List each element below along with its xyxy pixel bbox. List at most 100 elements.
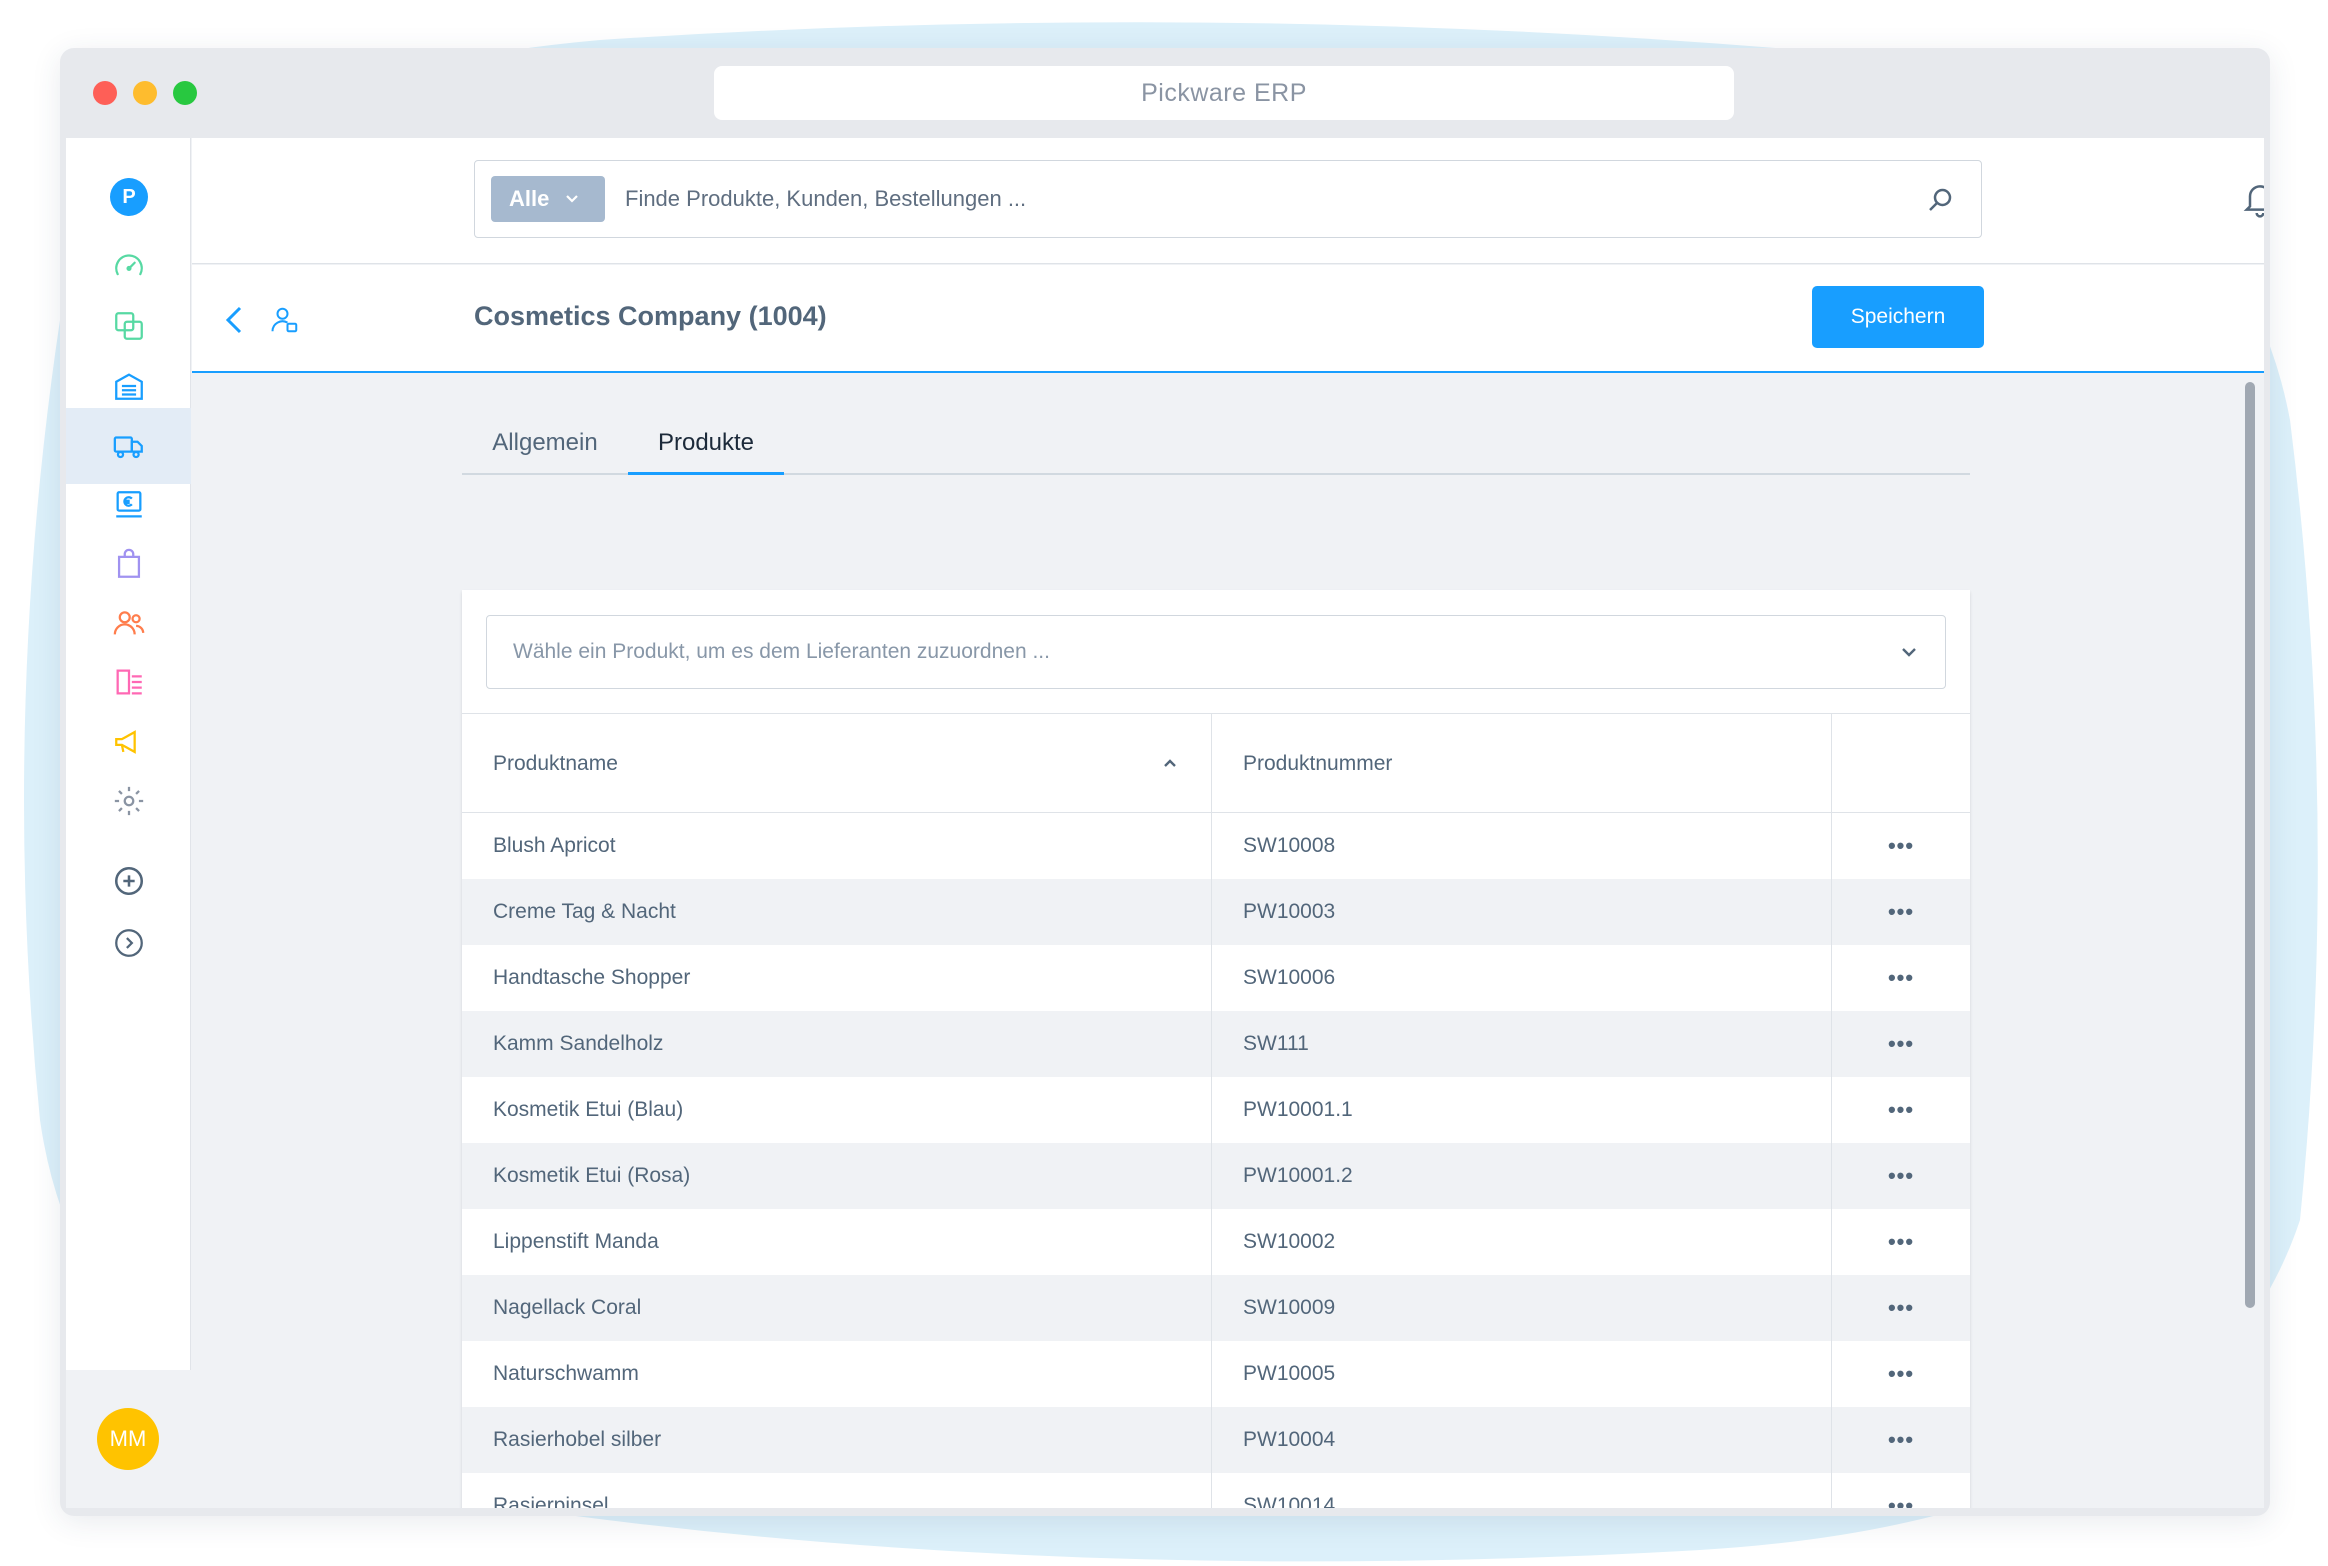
product-name-cell: Kosmetik Etui (Blau) bbox=[462, 1077, 1212, 1143]
table-row[interactable]: Rasierpinsel SW10014 ••• bbox=[462, 1473, 1970, 1508]
sort-ascending-icon bbox=[1164, 759, 1176, 767]
product-name-cell: Nagellack Coral bbox=[462, 1275, 1212, 1341]
product-name-cell: Kosmetik Etui (Rosa) bbox=[462, 1143, 1212, 1209]
column-header-produktname[interactable]: Produktname bbox=[462, 714, 1212, 814]
users-icon bbox=[113, 611, 144, 635]
list-icon bbox=[116, 669, 142, 695]
product-name-cell: Lippenstift Manda bbox=[462, 1209, 1212, 1275]
main-content: Allgemein Produkte Wähle ein Produkt, um… bbox=[192, 375, 2264, 1508]
maximize-window-button[interactable] bbox=[173, 81, 197, 105]
product-select[interactable]: Wähle ein Produkt, um es dem Lieferanten… bbox=[486, 615, 1946, 689]
column-header-actions bbox=[1832, 714, 1970, 814]
row-actions-button[interactable]: ••• bbox=[1832, 1077, 1970, 1143]
page-title: Cosmetics Company (1004) bbox=[474, 301, 827, 331]
more-icon: ••• bbox=[1887, 1229, 1915, 1254]
gear-icon bbox=[114, 786, 143, 816]
more-icon: ••• bbox=[1887, 1427, 1915, 1452]
vertical-scrollbar[interactable] bbox=[2240, 378, 2260, 1508]
sidebar: P MM bbox=[66, 138, 191, 1508]
app-window: Pickware ERP P MM Alle Finde Produkte, K… bbox=[60, 48, 2270, 1516]
product-number-cell: SW10002 bbox=[1212, 1209, 1832, 1275]
more-icon: ••• bbox=[1887, 833, 1915, 858]
row-actions-button[interactable]: ••• bbox=[1832, 945, 1970, 1011]
table-row[interactable]: Kosmetik Etui (Blau) PW10001.1 ••• bbox=[462, 1077, 1970, 1143]
product-name-cell: Kamm Sandelholz bbox=[462, 1011, 1212, 1077]
product-number-cell: SW10008 bbox=[1212, 813, 1832, 879]
tab-produkte[interactable]: Produkte bbox=[628, 425, 784, 475]
shopping-bag-icon bbox=[117, 548, 140, 578]
table-row[interactable]: Rasierhobel silber PW10004 ••• bbox=[462, 1407, 1970, 1473]
search-icon[interactable] bbox=[1925, 185, 1955, 215]
minimize-window-button[interactable] bbox=[133, 81, 157, 105]
more-icon: ••• bbox=[1887, 1163, 1915, 1188]
more-icon: ••• bbox=[1887, 1295, 1915, 1320]
more-icon: ••• bbox=[1887, 965, 1915, 990]
product-number-cell: PW10005 bbox=[1212, 1341, 1832, 1407]
product-name-cell: Handtasche Shopper bbox=[462, 945, 1212, 1011]
column-header-label: Produktnummer bbox=[1243, 752, 1393, 775]
supplier-icon bbox=[271, 307, 298, 333]
app-area: P MM Alle Finde Produkte, Kunden, Bestel… bbox=[66, 138, 2264, 1508]
search-type-dropdown[interactable]: Alle bbox=[491, 176, 605, 222]
search-type-label: Alle bbox=[509, 186, 550, 211]
row-actions-button[interactable]: ••• bbox=[1832, 1011, 1970, 1077]
truck-icon bbox=[113, 436, 143, 459]
product-name-cell: Rasierhobel silber bbox=[462, 1407, 1212, 1473]
product-name-cell: Rasierpinsel bbox=[462, 1473, 1212, 1508]
user-avatar[interactable]: MM bbox=[97, 1408, 159, 1470]
sidebar-item-settings[interactable] bbox=[66, 763, 191, 839]
column-header-produktnummer[interactable]: Produktnummer bbox=[1212, 714, 1832, 814]
save-button[interactable]: Speichern bbox=[1812, 286, 1984, 348]
more-icon: ••• bbox=[1887, 1097, 1915, 1122]
product-name-cell: Naturschwamm bbox=[462, 1341, 1212, 1407]
chevron-down-icon bbox=[566, 195, 579, 203]
table-row[interactable]: Blush Apricot SW10008 ••• bbox=[462, 813, 1970, 879]
notification-bell-icon[interactable] bbox=[2240, 178, 2264, 218]
address-bar[interactable]: Pickware ERP bbox=[714, 66, 1734, 120]
layers-icon bbox=[114, 312, 143, 340]
row-actions-button[interactable]: ••• bbox=[1832, 1143, 1970, 1209]
table-row[interactable]: Naturschwamm PW10005 ••• bbox=[462, 1341, 1970, 1407]
chevron-down-icon bbox=[1902, 648, 1916, 657]
sidebar-expand-button[interactable] bbox=[66, 905, 191, 981]
row-actions-button[interactable]: ••• bbox=[1832, 1341, 1970, 1407]
row-actions-button[interactable]: ••• bbox=[1832, 879, 1970, 945]
app-logo[interactable]: P bbox=[110, 178, 148, 216]
back-arrow-icon[interactable] bbox=[222, 305, 246, 335]
product-select-placeholder: Wähle ein Produkt, um es dem Lieferanten… bbox=[513, 640, 1050, 663]
table-row[interactable]: Creme Tag & Nacht PW10003 ••• bbox=[462, 879, 1970, 945]
products-card: Wähle ein Produkt, um es dem Lieferanten… bbox=[462, 590, 1970, 1508]
product-number-cell: PW10001.2 bbox=[1212, 1143, 1832, 1209]
product-number-cell: PW10004 bbox=[1212, 1407, 1832, 1473]
row-actions-button[interactable]: ••• bbox=[1832, 813, 1970, 879]
tab-bar: Allgemein Produkte bbox=[462, 425, 1970, 475]
table-body: Blush Apricot SW10008 ••• Creme Tag & Na… bbox=[462, 813, 1970, 1508]
row-actions-button[interactable]: ••• bbox=[1832, 1407, 1970, 1473]
page-header: Cosmetics Company (1004) Speichern bbox=[192, 265, 2264, 373]
product-number-cell: PW10003 bbox=[1212, 879, 1832, 945]
megaphone-icon bbox=[114, 730, 136, 754]
column-header-label: Produktname bbox=[493, 752, 618, 775]
window-titlebar: Pickware ERP bbox=[60, 48, 2270, 138]
plus-circle-icon bbox=[114, 866, 143, 896]
speedometer-icon bbox=[114, 254, 143, 276]
row-actions-button[interactable]: ••• bbox=[1832, 1275, 1970, 1341]
top-bar: Alle bbox=[192, 138, 2264, 264]
table-row[interactable]: Kosmetik Etui (Rosa) PW10001.2 ••• bbox=[462, 1143, 1970, 1209]
tab-allgemein[interactable]: Allgemein bbox=[462, 425, 628, 475]
table-row[interactable]: Nagellack Coral SW10009 ••• bbox=[462, 1275, 1970, 1341]
row-actions-button[interactable]: ••• bbox=[1832, 1473, 1970, 1509]
more-icon: ••• bbox=[1887, 899, 1915, 924]
product-number-cell: SW10009 bbox=[1212, 1275, 1832, 1341]
scrollbar-thumb[interactable] bbox=[2245, 382, 2255, 1308]
product-name-cell: Creme Tag & Nacht bbox=[462, 879, 1212, 945]
close-window-button[interactable] bbox=[93, 81, 117, 105]
table-row[interactable]: Handtasche Shopper SW10006 ••• bbox=[462, 945, 1970, 1011]
table-row[interactable]: Lippenstift Manda SW10002 ••• bbox=[462, 1209, 1970, 1275]
product-number-cell: PW10001.1 bbox=[1212, 1077, 1832, 1143]
row-actions-button[interactable]: ••• bbox=[1832, 1209, 1970, 1275]
more-icon: ••• bbox=[1887, 1031, 1915, 1056]
table-row[interactable]: Kamm Sandelholz SW111 ••• bbox=[462, 1011, 1970, 1077]
search-input[interactable] bbox=[625, 179, 1855, 219]
table-header: Produktname Produktnummer bbox=[462, 713, 1970, 814]
